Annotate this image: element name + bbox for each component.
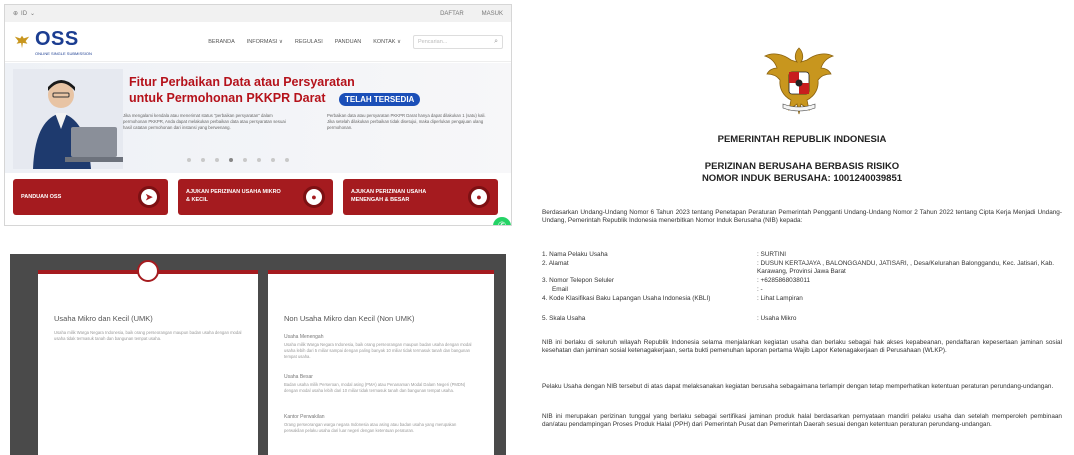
- carousel-dot[interactable]: [215, 158, 219, 162]
- login-link[interactable]: MASUK: [482, 11, 503, 17]
- oss-website: ⊕ ID ⌄ DAFTAR MASUK OSS ONLINE SINGLE SU…: [4, 4, 512, 226]
- umk-description: Usaha milik Warga Negara Indonesia, baik…: [54, 330, 242, 341]
- hero-title-line1: Fitur Perbaikan Data atau Persyaratan: [129, 75, 355, 89]
- search-input[interactable]: Pencarian... ⌕: [413, 34, 503, 49]
- action-cards: PANDUAN OSS ➤ AJUKAN PERIZINAN USAHA MIK…: [13, 179, 498, 215]
- ajukan-umk-card[interactable]: AJUKAN PERIZINAN USAHA MIKRO & KECIL ●: [178, 179, 333, 215]
- globe-icon: ⊕: [13, 11, 19, 17]
- whatsapp-icon[interactable]: ✆: [493, 217, 511, 225]
- oss-wordmark: OSS: [35, 27, 79, 50]
- scale-icon: [137, 260, 159, 282]
- top-bar: ⊕ ID ⌄ DAFTAR MASUK: [5, 5, 511, 22]
- language-selector[interactable]: ⊕ ID ⌄: [13, 10, 36, 18]
- chevron-down-icon: ⌄: [30, 11, 36, 17]
- section-text: Badan usaha milik Perseroan, modal asing…: [284, 382, 466, 393]
- nav-regulasi[interactable]: REGULASI: [295, 39, 323, 45]
- carousel-dot[interactable]: [271, 158, 275, 162]
- main-navbar: OSS ONLINE SINGLE SUBMISSION BERANDA INF…: [5, 22, 511, 62]
- document-heading: PEMERINTAH REPUBLIK INDONESIA: [717, 134, 887, 145]
- nav-panduan[interactable]: PANDUAN: [335, 39, 362, 45]
- activity-paragraph: Pelaku Usaha dengan NIB tersebut di atas…: [542, 383, 1054, 390]
- section-text: Usaha milik Warga Negara Indonesia, baik…: [284, 342, 472, 359]
- hero-banner: Fitur Perbaikan Data atau Persyaratan un…: [5, 63, 511, 173]
- halal-paragraph: NIB ini merupakan perizinan tunggal yang…: [542, 413, 1062, 428]
- nav-informasi[interactable]: INFORMASI ∨: [247, 39, 283, 45]
- section-text: Orang perseorangan warga negara Indonesi…: [284, 422, 457, 433]
- garuda-icon: [14, 35, 30, 48]
- field-row: 2. Alamat : DUSUN KERTAJAYA , BALONGGAND…: [542, 260, 1055, 275]
- umk-card: Usaha Mikro dan Kecil (UMK) Usaha milik …: [38, 260, 258, 455]
- oss-tagline: ONLINE SINGLE SUBMISSION: [35, 50, 92, 56]
- search-icon[interactable]: ⌕: [494, 38, 498, 46]
- field-row: Email : -: [552, 286, 763, 293]
- oss-icon: ●: [468, 186, 490, 208]
- compass-icon: ➤: [138, 186, 160, 208]
- document-title: PERIZINAN BERUSAHA BERBASIS RISIKO: [704, 161, 900, 172]
- hero-title-line2: untuk Permohonan PKKPR Darat: [129, 91, 326, 105]
- carousel-dot[interactable]: [257, 158, 261, 162]
- field-row: 3. Nomor Telepon Seluler : +628586803801…: [542, 277, 811, 284]
- section-title: Kantor Perwakilan: [284, 414, 325, 420]
- register-link[interactable]: DAFTAR: [440, 11, 464, 17]
- ajukan-non-umk-card[interactable]: AJUKAN PERIZINAN USAHA MENENGAH & BESAR …: [343, 179, 498, 215]
- business-scale-section: Usaha Mikro dan Kecil (UMK) Usaha milik …: [10, 254, 506, 455]
- field-row: 5. Skala Usaha : Usaha Mikro: [542, 315, 797, 322]
- nav-beranda[interactable]: BERANDA: [208, 39, 235, 45]
- intro-paragraph: Berdasarkan Undang-Undang Nomor 6 Tahun …: [542, 209, 1062, 224]
- field-row: 1. Nama Pelaku Usaha : SURTINI: [542, 251, 786, 258]
- section-title: Usaha Besar: [284, 374, 313, 380]
- validity-paragraph: NIB ini berlaku di seluruh wilayah Repub…: [542, 339, 1062, 354]
- hero-info-left: Jika mengalami kendala atau menerimat st…: [123, 113, 288, 130]
- carousel-dot[interactable]: [187, 158, 191, 162]
- umk-title: Usaha Mikro dan Kecil (UMK): [54, 314, 153, 323]
- oss-icon: ●: [303, 186, 325, 208]
- field-row: 4. Kode Klasifikasi Baku Lapangan Usaha …: [542, 295, 803, 302]
- panduan-oss-card[interactable]: PANDUAN OSS ➤: [13, 179, 168, 215]
- available-badge: TELAH TERSEDIA: [339, 93, 421, 106]
- carousel-dot[interactable]: [201, 158, 205, 162]
- carousel-dots: [187, 158, 289, 162]
- non-umk-card: Non Usaha Mikro dan Kecil (Non UMK) Usah…: [268, 270, 494, 455]
- nib-document: PEMERINTAH REPUBLIK INDONESIA PERIZINAN …: [530, 0, 1074, 455]
- nib-number: NOMOR INDUK BERUSAHA: 1001240039851: [701, 173, 903, 184]
- carousel-dot[interactable]: [285, 158, 289, 162]
- person-with-laptop-image: [13, 69, 123, 169]
- carousel-dot[interactable]: [243, 158, 247, 162]
- hero-info-right: Perbaikan data atau persyaratan PKKPR Da…: [327, 113, 492, 130]
- nav-kontak[interactable]: KONTAK ∨: [373, 39, 401, 45]
- non-umk-title: Non Usaha Mikro dan Kecil (Non UMK): [284, 314, 415, 323]
- oss-logo[interactable]: OSS ONLINE SINGLE SUBMISSION: [13, 28, 92, 56]
- garuda-pancasila-emblem: [763, 47, 835, 115]
- section-title: Usaha Menengah: [284, 334, 324, 340]
- carousel-dot-active[interactable]: [229, 158, 233, 162]
